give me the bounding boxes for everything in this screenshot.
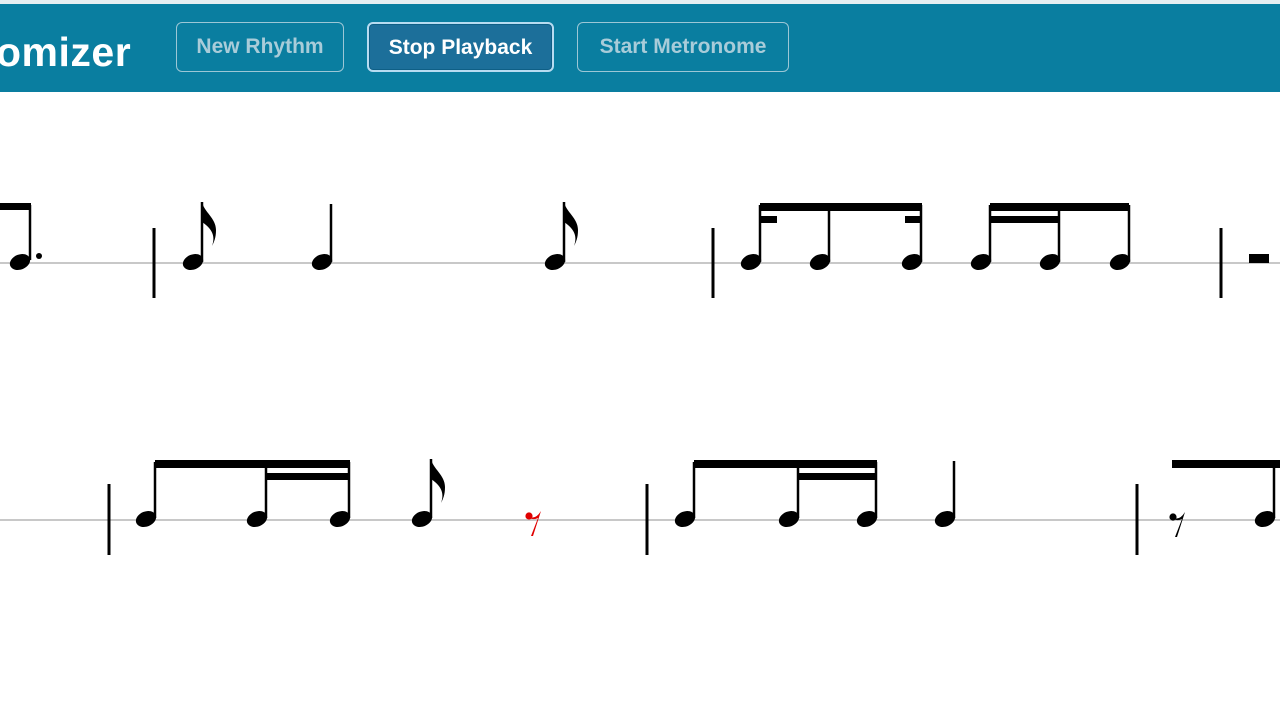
staff-row-1 — [0, 202, 1280, 298]
eighth-rest-current — [525, 511, 541, 536]
quarter-note — [309, 204, 335, 273]
stop-playback-button[interactable]: Stop Playback — [367, 22, 554, 72]
rhythm-score — [0, 92, 1280, 720]
start-metronome-button[interactable]: Start Metronome — [577, 22, 789, 72]
quarter-note — [932, 461, 958, 530]
whole-rest — [1249, 254, 1269, 263]
new-rhythm-button[interactable]: New Rhythm — [176, 22, 344, 72]
app-header: omizer New Rhythm Stop Playback Start Me… — [0, 4, 1280, 92]
app-title: omizer — [0, 29, 132, 75]
eighth-rest — [1169, 512, 1185, 537]
staff-row-2 — [0, 459, 1280, 555]
notation-canvas — [0, 202, 1280, 555]
